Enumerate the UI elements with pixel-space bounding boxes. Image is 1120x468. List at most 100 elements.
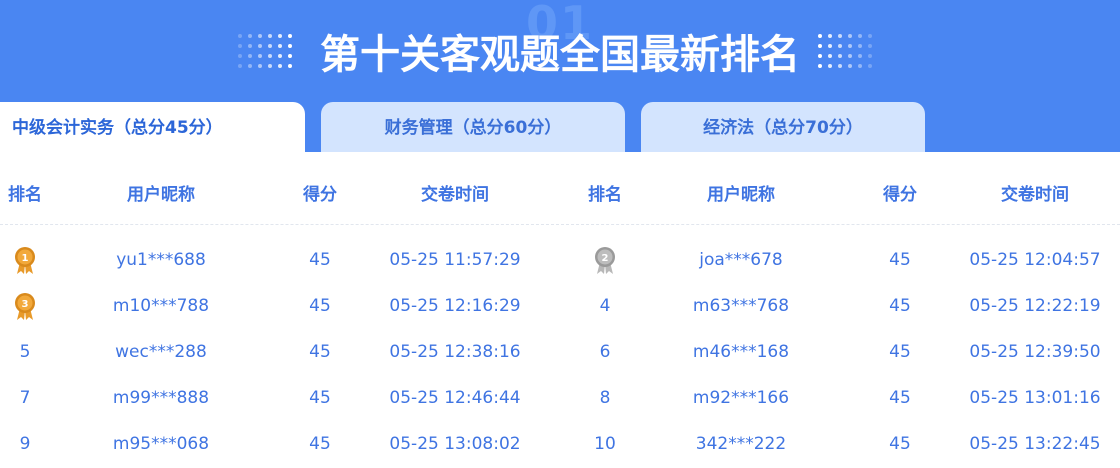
- decorative-dot: [268, 44, 272, 48]
- header-rank-left: 排名: [8, 185, 42, 205]
- medal-rank-number: 3: [22, 299, 29, 310]
- decorative-dot: [868, 34, 872, 38]
- decorative-dot: [238, 64, 242, 68]
- decorative-dot: [818, 54, 822, 58]
- nickname-cell: yu1***688: [116, 250, 206, 270]
- medal-rank-number: 2: [602, 253, 609, 264]
- decorative-dot: [238, 34, 242, 38]
- medal-rank-number: 1: [22, 253, 29, 264]
- rank-cell: 9: [19, 434, 31, 454]
- score-cell: 45: [889, 434, 911, 454]
- bronze-medal-3-icon: 3: [13, 292, 37, 322]
- score-cell: 45: [889, 342, 911, 362]
- decorative-dot: [238, 44, 242, 48]
- gold-medal-1-icon: 1: [13, 246, 37, 276]
- decorative-dot: [288, 54, 292, 58]
- decorative-dot: [258, 64, 262, 68]
- time-cell: 05-25 12:22:19: [969, 296, 1101, 316]
- decorative-dot: [828, 54, 832, 58]
- decorative-dot: [268, 64, 272, 68]
- decorative-dot: [838, 54, 842, 58]
- nickname-cell: m63***768: [692, 296, 790, 316]
- decorative-dot: [868, 44, 872, 48]
- decorative-dot: [868, 64, 872, 68]
- time-cell: 05-25 12:39:50: [969, 342, 1101, 362]
- decorative-dot: [288, 64, 292, 68]
- decorative-dot: [288, 44, 292, 48]
- decorative-dot: [828, 44, 832, 48]
- tab-economic-law[interactable]: 经济法（总分70分）: [641, 102, 925, 152]
- decorative-dots-left-icon: [238, 34, 300, 70]
- decorative-dot: [858, 34, 862, 38]
- decorative-dot: [278, 44, 282, 48]
- time-cell: 05-25 12:04:57: [969, 250, 1101, 270]
- decorative-dot: [258, 34, 262, 38]
- tab-intermediate-accounting[interactable]: 中级会计实务（总分45分）: [0, 102, 305, 152]
- time-cell: 05-25 12:38:16: [389, 342, 521, 362]
- nickname-cell: joa***678: [699, 250, 783, 270]
- nickname-cell: 342***222: [695, 434, 787, 454]
- nickname-cell: m46***168: [692, 342, 790, 362]
- nickname-cell: m92***166: [692, 388, 790, 408]
- time-cell: 05-25 13:01:16: [969, 388, 1101, 408]
- rank-cell: 6: [599, 342, 611, 362]
- decorative-dot: [848, 44, 852, 48]
- decorative-dot: [248, 34, 252, 38]
- decorative-dot: [848, 54, 852, 58]
- page-title: 第十关客观题全国最新排名: [320, 32, 800, 78]
- score-cell: 45: [309, 250, 331, 270]
- header-time-right: 交卷时间: [1001, 185, 1069, 205]
- decorative-dot: [838, 64, 842, 68]
- time-cell: 05-25 12:46:44: [389, 388, 521, 408]
- header-divider: [0, 224, 1120, 225]
- header-rank-right: 排名: [588, 185, 622, 205]
- time-cell: 05-25 13:22:45: [969, 434, 1101, 454]
- decorative-dot: [248, 54, 252, 58]
- nickname-cell: m95***068: [112, 434, 210, 454]
- nickname-cell: wec***288: [115, 342, 207, 362]
- nickname-cell: m99***888: [112, 388, 210, 408]
- decorative-dot: [278, 34, 282, 38]
- decorative-dot: [828, 34, 832, 38]
- decorative-dot: [848, 64, 852, 68]
- decorative-dot: [818, 64, 822, 68]
- tab-financial-management[interactable]: 财务管理（总分60分）: [321, 102, 625, 152]
- header-score-left: 得分: [303, 185, 337, 205]
- decorative-dot: [268, 54, 272, 58]
- decorative-dot: [278, 54, 282, 58]
- header-time-left: 交卷时间: [421, 185, 489, 205]
- silver-medal-2-icon: 2: [593, 246, 617, 276]
- score-cell: 45: [309, 434, 331, 454]
- score-cell: 45: [889, 250, 911, 270]
- time-cell: 05-25 11:57:29: [389, 250, 521, 270]
- header-nickname-right: 用户昵称: [707, 185, 775, 205]
- score-cell: 45: [309, 296, 331, 316]
- decorative-dot: [248, 44, 252, 48]
- score-cell: 45: [309, 388, 331, 408]
- rank-cell: 7: [19, 388, 31, 408]
- header-nickname-left: 用户昵称: [127, 185, 195, 205]
- decorative-dot: [288, 34, 292, 38]
- decorative-dot: [238, 54, 242, 58]
- decorative-dot: [858, 44, 862, 48]
- decorative-dot: [258, 44, 262, 48]
- decorative-dot: [818, 34, 822, 38]
- score-cell: 45: [309, 342, 331, 362]
- rank-cell: 4: [599, 296, 611, 316]
- rank-cell: 5: [19, 342, 31, 362]
- decorative-dot: [248, 64, 252, 68]
- decorative-dot: [858, 64, 862, 68]
- header-score-right: 得分: [883, 185, 917, 205]
- decorative-dot: [268, 34, 272, 38]
- decorative-dot: [838, 34, 842, 38]
- decorative-dots-right-icon: [818, 34, 880, 70]
- nickname-cell: m10***788: [112, 296, 210, 316]
- time-cell: 05-25 12:16:29: [389, 296, 521, 316]
- rank-cell: 10: [594, 434, 616, 454]
- decorative-dot: [258, 54, 262, 58]
- decorative-dot: [818, 44, 822, 48]
- decorative-dot: [858, 54, 862, 58]
- decorative-dot: [868, 54, 872, 58]
- score-cell: 45: [889, 388, 911, 408]
- decorative-dot: [278, 64, 282, 68]
